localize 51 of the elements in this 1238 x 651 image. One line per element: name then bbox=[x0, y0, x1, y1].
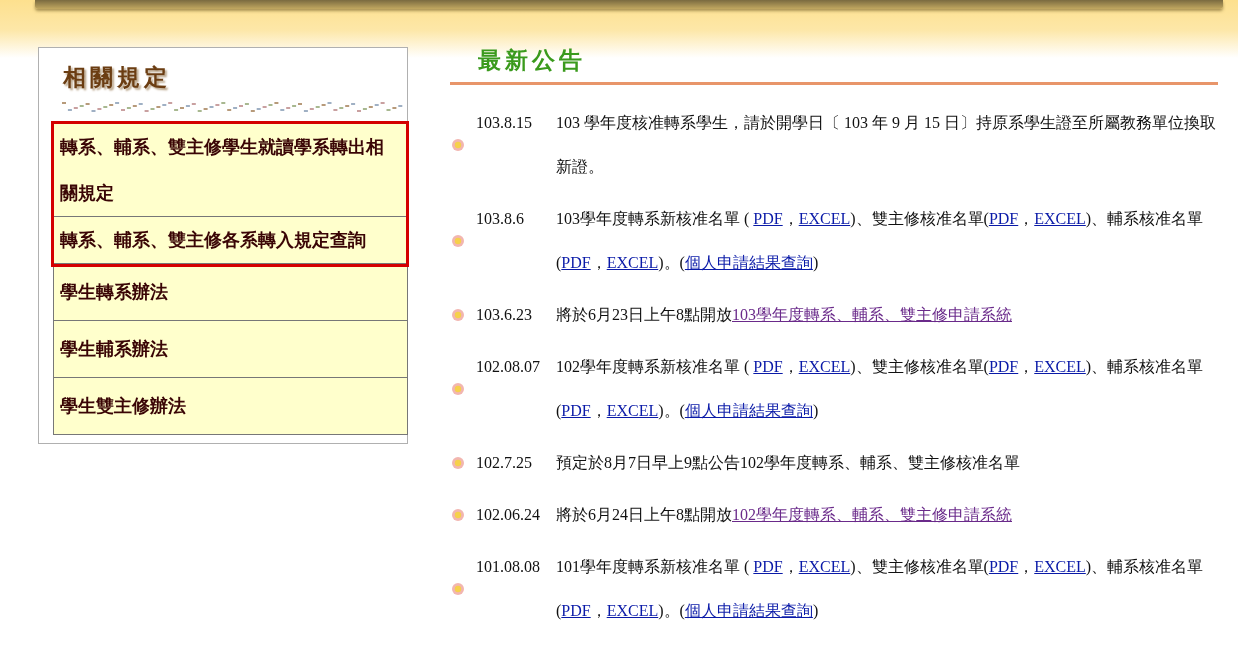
announcement-text: 預定於8月7日早上9點公告102學年度轉系、輔系、雙主修核准名單 bbox=[556, 453, 1021, 473]
document-link[interactable]: EXCEL bbox=[798, 358, 851, 375]
announcement-text: 將於6月24日上午8點開放102學年度轉系、輔系、雙主修申請系統 bbox=[556, 505, 1013, 525]
section-title: 最新公告 bbox=[478, 46, 586, 75]
document-link[interactable]: 102學年度轉系、輔系、雙主修申請系統 bbox=[732, 506, 1012, 523]
announcement-date: 103.8.15 bbox=[476, 113, 532, 133]
document-link[interactable]: PDF bbox=[988, 210, 1019, 227]
announcement-date: 101.08.08 bbox=[476, 557, 540, 577]
document-link[interactable]: PDF bbox=[988, 558, 1019, 575]
announcement-text: 101學年度轉系新核准名單 ( PDF，EXCEL)、雙主修核准名單(PDF，EXCEL)、輔系核准名單(PDF，EXCEL)。(個人申請結果查詢) bbox=[556, 557, 1205, 622]
document-link[interactable]: EXCEL bbox=[1034, 358, 1086, 375]
document-link[interactable]: EXCEL bbox=[1034, 558, 1086, 575]
document-link[interactable]: EXCEL bbox=[606, 402, 659, 419]
flower-bullet-icon bbox=[450, 508, 466, 522]
flower-bullet-icon bbox=[450, 308, 466, 322]
document-link[interactable]: EXCEL bbox=[798, 558, 851, 575]
document-link[interactable]: PDF bbox=[561, 402, 591, 419]
menu-item-link[interactable]: 學生轉系辦法 bbox=[54, 264, 407, 321]
panel-title: 相關規定 bbox=[63, 63, 171, 92]
announcement-date: 102.08.07 bbox=[476, 357, 540, 377]
menu-item-link[interactable]: 學生輔系辦法 bbox=[54, 321, 407, 378]
flower-bullet-icon bbox=[450, 234, 466, 248]
menu-item-link[interactable]: 轉系、輔系、雙主修各系轉入規定查詢 bbox=[54, 217, 406, 264]
flower-bullet-icon bbox=[450, 382, 466, 396]
announcement-date: 102.06.24 bbox=[476, 505, 540, 525]
document-link[interactable]: EXCEL bbox=[606, 254, 659, 271]
flower-bullet-icon bbox=[450, 456, 466, 470]
document-link[interactable]: PDF bbox=[561, 602, 591, 619]
document-link[interactable]: EXCEL bbox=[1034, 210, 1086, 227]
announcement-date: 103.8.6 bbox=[476, 209, 524, 229]
announcement-text: 將於6月23日上午8點開放103學年度轉系、輔系、雙主修申請系統 bbox=[556, 305, 1013, 325]
announcement-text: 102學年度轉系新核准名單 ( PDF，EXCEL)、雙主修核准名單(PDF，EXCEL)、輔系核准名單(PDF，EXCEL)。(個人申請結果查詢) bbox=[556, 357, 1205, 422]
document-link[interactable]: PDF bbox=[753, 358, 783, 375]
document-link[interactable]: EXCEL bbox=[606, 602, 659, 619]
document-link[interactable]: PDF bbox=[753, 210, 783, 227]
document-link[interactable]: 個人申請結果查詢 bbox=[684, 254, 813, 271]
flower-bullet-icon bbox=[450, 582, 466, 596]
announcement-text: 103 學年度核准轉系學生，請於開學日〔 103 年 9 月 15 日〕持原系學生證至所屬教務單位換取新證。 bbox=[556, 113, 1217, 177]
document-link[interactable]: EXCEL bbox=[798, 210, 851, 227]
menu-item-link[interactable]: 學生雙主修辦法 bbox=[54, 378, 407, 434]
document-link[interactable]: 個人申請結果查詢 bbox=[684, 602, 813, 619]
document-link[interactable]: PDF bbox=[753, 558, 783, 575]
menu-item-link[interactable]: 轉系、輔系、雙主修學生就讀學系轉出相關規定 bbox=[54, 124, 406, 217]
flower-bullet-icon bbox=[450, 138, 466, 152]
announcement-date: 102.7.25 bbox=[476, 453, 532, 473]
document-link[interactable]: 103學年度轉系、輔系、雙主修申請系統 bbox=[732, 306, 1012, 323]
document-link[interactable]: 個人申請結果查詢 bbox=[684, 402, 813, 419]
document-link[interactable]: PDF bbox=[988, 358, 1019, 375]
announcement-date: 103.6.23 bbox=[476, 305, 532, 325]
announcement-text: 103學年度轉系新核准名單 ( PDF，EXCEL)、雙主修核准名單(PDF，EXCEL)、輔系核准名單(PDF，EXCEL)。(個人申請結果查詢) bbox=[556, 209, 1205, 274]
document-link[interactable]: PDF bbox=[561, 254, 591, 271]
